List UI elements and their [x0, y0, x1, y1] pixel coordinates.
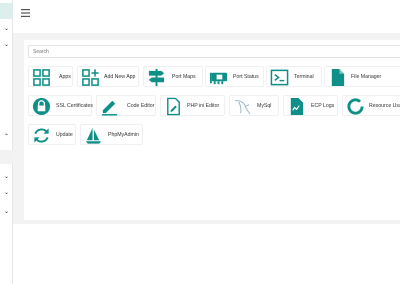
app-tile-resource-usage[interactable]: Resource Usage — [342, 95, 400, 116]
app-tile-label: Apps — [59, 74, 71, 80]
add-app-icon — [81, 68, 100, 87]
sidebar-item-active[interactable] — [0, 3, 13, 19]
app-tile-terminal[interactable]: Terminal — [266, 66, 322, 87]
app-tile-label: SSL Certificates — [56, 103, 93, 109]
app-tile-apps[interactable]: Apps — [28, 66, 73, 87]
sidebar-item-highlight[interactable] — [0, 150, 13, 164]
chevron-down-icon[interactable]: ⌄ — [2, 208, 11, 217]
chevron-down-icon[interactable]: ⌄ — [2, 173, 11, 182]
search-input[interactable] — [28, 45, 400, 58]
app-tile-label: Terminal — [294, 74, 314, 80]
app-tile-phpmyadmin[interactable]: PhpMyAdmin — [80, 124, 143, 145]
app-tile-code-editor[interactable]: Code Editor — [96, 95, 156, 116]
file-edit-icon — [164, 97, 183, 116]
app-tile-add-new-app[interactable]: Add New App — [77, 66, 139, 87]
pie-chart-icon — [346, 97, 365, 116]
app-tile-label: Port Status — [233, 74, 259, 80]
app-tile-php-ini-editor[interactable]: PHP ini Editor — [160, 95, 225, 116]
chevron-down-icon[interactable]: ⌄ — [2, 41, 11, 50]
refresh-icon — [32, 126, 51, 145]
app-tile-file-manager[interactable]: File Manager — [324, 66, 400, 87]
app-tile-label: Resource Usage — [369, 103, 400, 109]
app-tile-label: Code Editor — [127, 103, 155, 109]
pencil-icon — [100, 97, 119, 116]
app-tile-ecp-logs[interactable]: ECP Logs — [283, 95, 338, 116]
app-tile-label: Port Maps — [172, 74, 196, 80]
signpost-icon — [147, 68, 166, 87]
app-tile-label: File Manager — [351, 74, 382, 80]
file-icon — [328, 68, 347, 87]
lock-icon — [32, 97, 51, 116]
chevron-down-icon[interactable]: ⌄ — [2, 25, 11, 34]
sidebar: ⌄ ⌄ ⌃ ⌄ ⌄ ⌄ — [0, 0, 13, 284]
apps-grid-icon — [32, 68, 51, 87]
app-tile-port-maps[interactable]: Port Maps — [143, 66, 203, 87]
hamburger-menu-icon[interactable] — [21, 9, 30, 17]
app-tile-mysql[interactable]: MySql — [229, 95, 279, 116]
app-tile-update[interactable]: Update — [28, 124, 76, 145]
sailboat-icon — [84, 126, 103, 145]
dolphin-icon — [233, 97, 252, 116]
chevron-up-icon[interactable]: ⌃ — [2, 133, 11, 142]
log-file-icon — [287, 97, 306, 116]
app-tile-label: PHP ini Editor — [187, 103, 220, 109]
app-tile-label: PhpMyAdmin — [108, 132, 139, 138]
chevron-down-icon[interactable]: ⌄ — [2, 189, 11, 198]
top-bar — [13, 0, 400, 28]
app-tile-label: Add New App — [104, 74, 136, 80]
app-tile-label: Update — [56, 132, 73, 138]
app-tile-ssl-certificates[interactable]: SSL Certificates — [28, 95, 93, 116]
apps-card: Apps Add New App Port Maps Port Status T… — [24, 40, 400, 220]
app-tile-label: ECP Logs — [311, 103, 335, 109]
terminal-icon — [270, 68, 289, 87]
app-tile-label: MySql — [257, 103, 272, 109]
app-tile-port-status[interactable]: Port Status — [205, 66, 264, 87]
network-card-icon — [209, 68, 228, 87]
